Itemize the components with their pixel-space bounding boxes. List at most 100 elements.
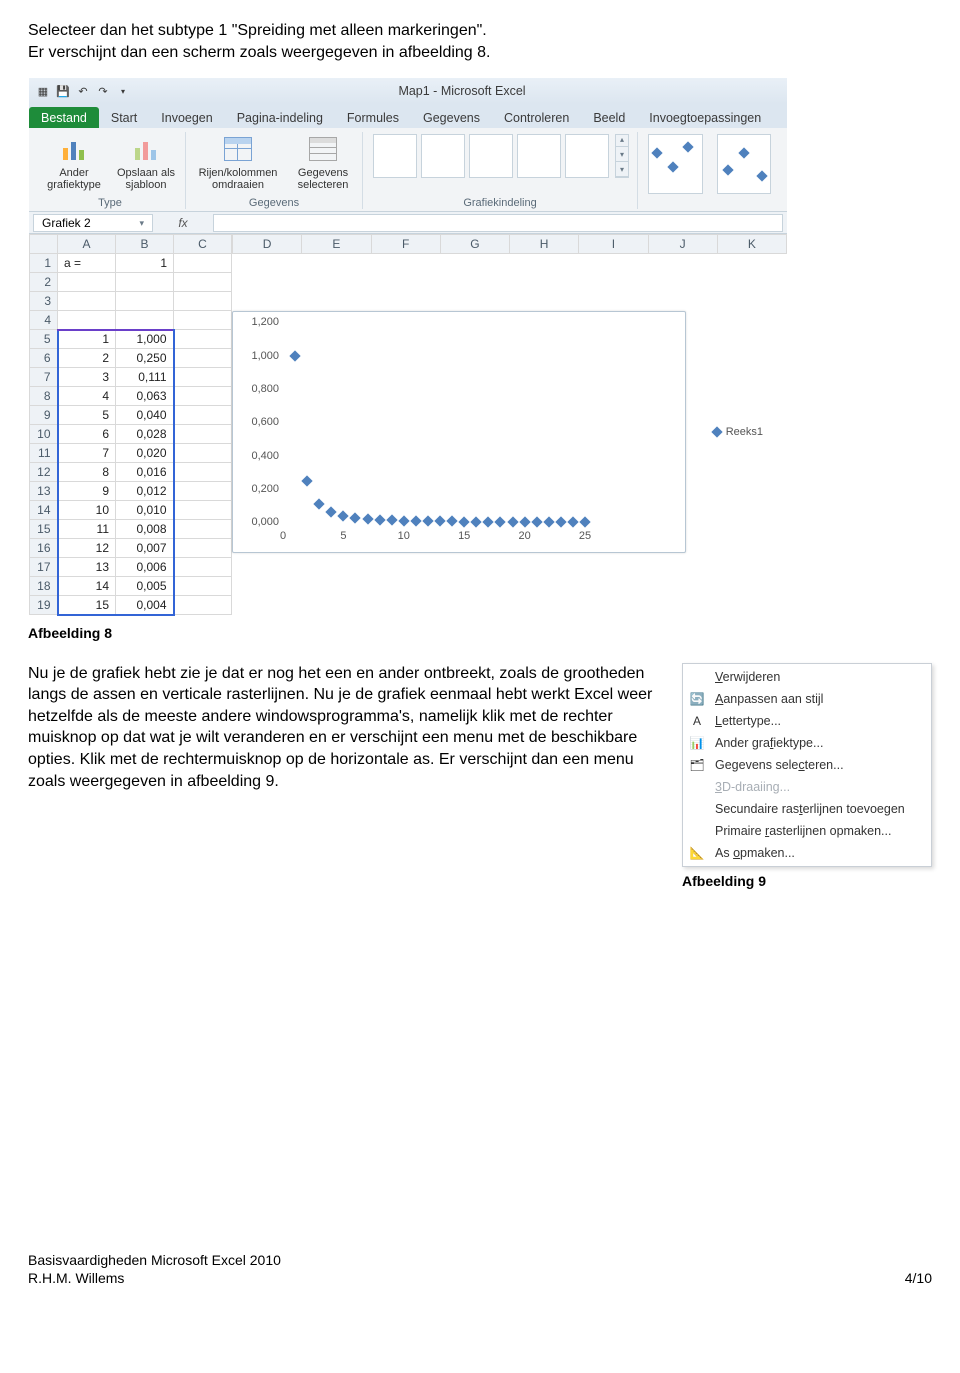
cell-C[interactable] — [174, 368, 232, 387]
cell-B[interactable]: 0,016 — [116, 463, 174, 482]
cell-B[interactable]: 0,005 — [116, 577, 174, 596]
btn-ander-grafiektype[interactable]: Ander grafiektype — [43, 132, 105, 192]
cell-A[interactable]: 3 — [58, 368, 116, 387]
tab-invoegtoep[interactable]: Invoegtoepassingen — [637, 107, 773, 128]
cell-A[interactable]: 2 — [58, 349, 116, 368]
cell-B[interactable]: 0,006 — [116, 558, 174, 577]
chart-style-preview[interactable] — [717, 134, 772, 194]
context-menu-item[interactable]: 📐As opmaken... — [683, 842, 931, 864]
cell-C[interactable] — [174, 596, 232, 615]
cell-A[interactable]: 4 — [58, 387, 116, 406]
cell-C[interactable] — [174, 501, 232, 520]
row-header[interactable]: 17 — [30, 558, 58, 577]
btn-gegevens-selecteren[interactable]: Gegevens selecteren — [292, 132, 354, 192]
row-header[interactable]: 2 — [30, 273, 58, 292]
cell-B[interactable]: 0,028 — [116, 425, 174, 444]
cell-A[interactable] — [58, 273, 116, 292]
cell-A[interactable]: 15 — [58, 596, 116, 615]
chart-layout-tile[interactable] — [469, 134, 513, 178]
cell-C[interactable] — [174, 349, 232, 368]
cell-B[interactable]: 0,010 — [116, 501, 174, 520]
row-header[interactable]: 18 — [30, 577, 58, 596]
cell-C[interactable] — [174, 311, 232, 330]
cell-B[interactable] — [116, 311, 174, 330]
cell-B[interactable]: 0,040 — [116, 406, 174, 425]
cell-B[interactable]: 0,111 — [116, 368, 174, 387]
tab-invoegen[interactable]: Invoegen — [149, 107, 224, 128]
chart-style-preview[interactable] — [648, 134, 703, 194]
undo-icon[interactable]: ↶ — [75, 83, 91, 99]
context-menu-item[interactable]: 📊Ander grafiektype... — [683, 732, 931, 754]
context-menu-item[interactable]: Primaire rasterlijnen opmaken... — [683, 820, 931, 842]
tab-pagina-indeling[interactable]: Pagina-indeling — [225, 107, 335, 128]
cell-C[interactable] — [174, 406, 232, 425]
col-C[interactable]: C — [174, 235, 232, 254]
cell-B[interactable]: 1,000 — [116, 330, 174, 349]
cell-B[interactable] — [116, 273, 174, 292]
col-D[interactable]: D — [233, 235, 302, 254]
cell-B[interactable]: 0,007 — [116, 539, 174, 558]
formula-input[interactable] — [213, 214, 783, 232]
chart-layout-tile[interactable] — [421, 134, 465, 178]
col-H[interactable]: H — [510, 235, 579, 254]
cell-C[interactable] — [174, 387, 232, 406]
cell-C[interactable] — [174, 444, 232, 463]
cell-A[interactable]: 11 — [58, 520, 116, 539]
row-header[interactable]: 19 — [30, 596, 58, 615]
cell-C[interactable] — [174, 482, 232, 501]
row-header[interactable]: 6 — [30, 349, 58, 368]
cell-A[interactable]: 8 — [58, 463, 116, 482]
col-J[interactable]: J — [648, 235, 717, 254]
cell-C[interactable] — [174, 463, 232, 482]
row-header[interactable]: 12 — [30, 463, 58, 482]
cell-B[interactable]: 1 — [116, 254, 174, 273]
cell-C[interactable] — [174, 273, 232, 292]
context-menu-item[interactable]: Secundaire rasterlijnen toevoegen — [683, 798, 931, 820]
row-header[interactable]: 5 — [30, 330, 58, 349]
cell-A[interactable] — [58, 292, 116, 311]
cell-A[interactable]: 12 — [58, 539, 116, 558]
cell-C[interactable] — [174, 254, 232, 273]
redo-icon[interactable]: ↷ — [95, 83, 111, 99]
row-header[interactable]: 8 — [30, 387, 58, 406]
row-header[interactable]: 4 — [30, 311, 58, 330]
tab-controleren[interactable]: Controleren — [492, 107, 581, 128]
tab-gegevens[interactable]: Gegevens — [411, 107, 492, 128]
cell-A[interactable]: 10 — [58, 501, 116, 520]
cell-A[interactable]: 1 — [58, 330, 116, 349]
row-header[interactable]: 15 — [30, 520, 58, 539]
cell-B[interactable]: 0,063 — [116, 387, 174, 406]
row-header[interactable]: 9 — [30, 406, 58, 425]
col-G[interactable]: G — [440, 235, 509, 254]
select-all-corner[interactable] — [30, 235, 58, 254]
cell-C[interactable] — [174, 330, 232, 349]
name-box[interactable]: Grafiek 2 ▾ — [33, 214, 153, 232]
row-header[interactable]: 7 — [30, 368, 58, 387]
col-K[interactable]: K — [717, 235, 786, 254]
cell-B[interactable]: 0,008 — [116, 520, 174, 539]
cell-B[interactable]: 0,250 — [116, 349, 174, 368]
col-A[interactable]: A — [58, 235, 116, 254]
col-E[interactable]: E — [302, 235, 371, 254]
row-header[interactable]: 14 — [30, 501, 58, 520]
cell-A[interactable]: a = — [58, 254, 116, 273]
btn-rijen-kolommen[interactable]: Rijen/kolommen omdraaien — [194, 132, 282, 192]
chart-layout-tile[interactable] — [373, 134, 417, 178]
cell-B[interactable]: 0,020 — [116, 444, 174, 463]
row-header[interactable]: 13 — [30, 482, 58, 501]
col-I[interactable]: I — [579, 235, 648, 254]
col-F[interactable]: F — [371, 235, 440, 254]
cell-C[interactable] — [174, 577, 232, 596]
row-header[interactable]: 16 — [30, 539, 58, 558]
context-menu-item[interactable]: ALettertype... — [683, 710, 931, 732]
tab-start[interactable]: Start — [99, 107, 149, 128]
cell-A[interactable]: 9 — [58, 482, 116, 501]
cell-B[interactable] — [116, 292, 174, 311]
cell-A[interactable] — [58, 311, 116, 330]
cell-A[interactable]: 14 — [58, 577, 116, 596]
cell-A[interactable]: 6 — [58, 425, 116, 444]
btn-opslaan-sjabloon[interactable]: Opslaan als sjabloon — [115, 132, 177, 192]
tab-bestand[interactable]: Bestand — [29, 107, 99, 128]
row-header[interactable]: 3 — [30, 292, 58, 311]
cell-C[interactable] — [174, 292, 232, 311]
